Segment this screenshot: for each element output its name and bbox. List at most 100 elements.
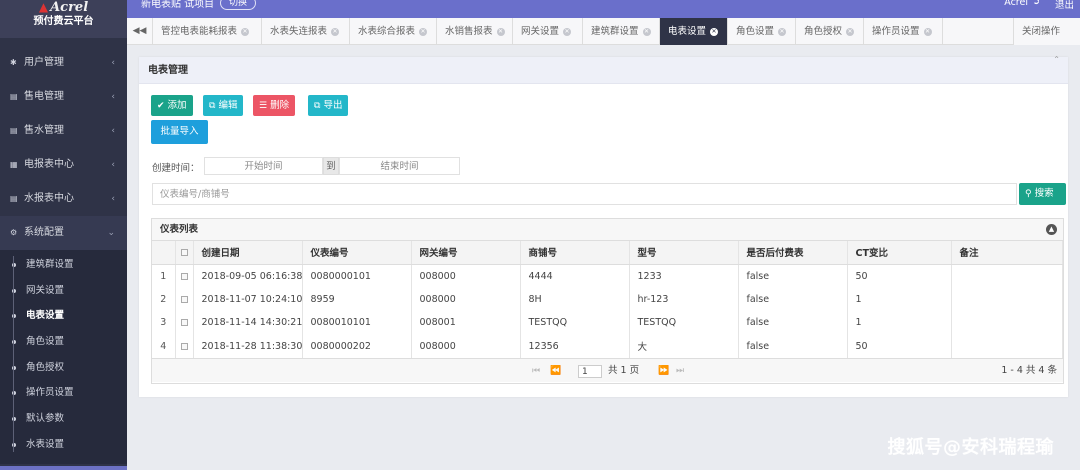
card-icon: ▤ bbox=[10, 194, 18, 203]
sidebar-subitem-label: 默认参数 bbox=[26, 413, 65, 425]
table-icon: ▦ bbox=[10, 160, 18, 169]
search-button[interactable]: ⚲ 搜索 bbox=[1019, 183, 1066, 205]
sidebar-subitem-label: 水表设置 bbox=[26, 438, 65, 450]
row-checkbox[interactable] bbox=[175, 311, 194, 335]
close-icon[interactable]: ✕ bbox=[778, 28, 787, 36]
gear-icon: ⚙ bbox=[10, 228, 18, 237]
row-checkbox[interactable] bbox=[175, 264, 194, 288]
switch-project-button[interactable]: 切换 bbox=[220, 0, 257, 10]
list-icon: ☰ bbox=[259, 101, 268, 111]
close-icon[interactable]: ✕ bbox=[419, 28, 428, 36]
tab-meter-settings[interactable]: 电表设置 ✕ bbox=[660, 18, 728, 45]
cell-meter: 0080000202 bbox=[302, 334, 412, 358]
scroll-up-icon[interactable]: ⌃ bbox=[1053, 55, 1060, 64]
cell-postpaid: false bbox=[738, 287, 848, 311]
delete-button[interactable]: ☰ 删除 bbox=[253, 95, 296, 116]
tab-gateway[interactable]: 网关设置 ✕ bbox=[513, 18, 583, 45]
tab-operator[interactable]: 操作员设置 ✕ bbox=[864, 18, 943, 45]
column-header[interactable]: 备注 bbox=[951, 241, 1063, 265]
export-button[interactable]: ⧉ 导出 bbox=[308, 95, 349, 116]
sidebar-subitem-role[interactable]: 角色设置 bbox=[0, 329, 127, 355]
project-name: 新电表贴 试项目 bbox=[141, 0, 215, 10]
cell-meter: 8959 bbox=[302, 287, 412, 311]
collapse-up-icon[interactable]: ▲ bbox=[1046, 224, 1057, 235]
add-button[interactable]: ✔ 添加 bbox=[151, 95, 193, 116]
sidebar-subitem-gateway[interactable]: 网关设置 bbox=[0, 278, 127, 304]
sidebar-item-label: 系统配置 bbox=[24, 227, 64, 238]
sidebar-subitem-role-auth[interactable]: 角色授权 bbox=[0, 355, 127, 381]
sidebar-item-water-sales[interactable]: ▤ 售水管理 ‹ bbox=[0, 114, 127, 148]
close-icon[interactable]: ✕ bbox=[642, 28, 651, 36]
close-icon[interactable]: ✕ bbox=[241, 28, 250, 36]
tab-building-group[interactable]: 建筑群设置 ✕ bbox=[583, 18, 660, 45]
tab-meter-energy-report[interactable]: 管控电表能耗报表 ✕ bbox=[153, 18, 262, 45]
cell-ct: 1 bbox=[847, 311, 952, 335]
table-row[interactable]: 2 2018-11-07 10:24:10 8959 008000 8H hr-… bbox=[152, 287, 1063, 311]
row-checkbox[interactable] bbox=[175, 334, 194, 358]
tab-label: 水销售报表 bbox=[445, 26, 493, 37]
column-header[interactable]: 仪表编号 bbox=[302, 241, 412, 265]
select-all-checkbox[interactable] bbox=[175, 241, 194, 265]
cell-date: 2018-09-05 06:16:38 bbox=[193, 264, 303, 288]
sidebar-item-system-config[interactable]: ⚙ 系统配置 ⌄ bbox=[0, 216, 127, 250]
sidebar-item-electricity-sales[interactable]: ▤ 售电管理 ‹ bbox=[0, 80, 127, 114]
sidebar-item-user-management[interactable]: ✱ 用户管理 ‹ bbox=[0, 46, 127, 80]
tabs-scroll-left-button[interactable]: ◀◀ bbox=[127, 18, 153, 45]
start-time-field[interactable]: 开始时间 bbox=[204, 157, 323, 175]
brand-name: Acrel bbox=[50, 0, 89, 15]
sidebar-subitem-water-meter[interactable]: 水表设置 bbox=[0, 432, 127, 458]
close-icon[interactable]: ✕ bbox=[710, 28, 719, 36]
sidebar-item-electric-report[interactable]: ▦ 电报表中心 ‹ bbox=[0, 148, 127, 182]
cell-gateway: 008000 bbox=[411, 334, 521, 358]
table-row[interactable]: 3 2018-11-14 14:30:21 0080010101 008001 … bbox=[152, 311, 1063, 335]
search-input[interactable]: 仪表编号/商铺号 bbox=[152, 183, 1017, 205]
tab-bar: ◀◀ 管控电表能耗报表 ✕ 水表失连报表 ✕ 水表综合报表 ✕ 水销售报表 ✕ 网关设置… bbox=[127, 18, 1080, 45]
page-number-input[interactable]: 1 bbox=[578, 365, 602, 378]
close-icon[interactable]: ✕ bbox=[496, 28, 505, 36]
end-time-field[interactable]: 结束时间 bbox=[339, 157, 460, 175]
sidebar-item-water-report[interactable]: ▤ 水报表中心 ‹ bbox=[0, 182, 127, 216]
last-page-icon[interactable]: ⏭ bbox=[676, 359, 684, 383]
next-page-icon[interactable]: ⏩ bbox=[658, 359, 669, 383]
meter-table: 创建日期 仪表编号 网关编号 商铺号 型号 是否后付费表 CT变比 备注 1 2… bbox=[152, 241, 1063, 358]
row-checkbox[interactable] bbox=[175, 287, 194, 311]
logout-button[interactable]: 退出 bbox=[1055, 0, 1074, 11]
column-header[interactable]: 型号 bbox=[629, 241, 739, 265]
logout-icon[interactable]: ➲ bbox=[1032, 0, 1040, 7]
sidebar-subitem-building-group[interactable]: 建筑群设置 bbox=[0, 252, 127, 278]
tab-label: 角色授权 bbox=[804, 26, 843, 37]
column-header[interactable]: 网关编号 bbox=[411, 241, 521, 265]
cell-date: 2018-11-07 10:24:10 bbox=[193, 287, 303, 311]
sidebar: ▲ Acrel 预付费云平台 ✱ 用户管理 ‹ ▤ 售电管理 ‹ ▤ 售水管理 ‹ ▦ 电报表中… bbox=[0, 0, 127, 470]
close-icon[interactable]: ✕ bbox=[923, 28, 932, 36]
tab-role[interactable]: 角色设置 ✕ bbox=[728, 18, 796, 45]
close-icon[interactable]: ✕ bbox=[846, 28, 855, 36]
close-icon[interactable]: ✕ bbox=[331, 28, 340, 36]
cell-ct: 50 bbox=[847, 264, 952, 288]
tab-role-auth[interactable]: 角色授权 ✕ bbox=[796, 18, 864, 45]
first-page-icon[interactable]: ⏮ bbox=[532, 359, 540, 383]
prev-page-icon[interactable]: ⏪ bbox=[550, 359, 561, 383]
sidebar-subitem-operator[interactable]: 操作员设置 bbox=[0, 380, 127, 406]
column-header[interactable]: CT变比 bbox=[847, 241, 952, 265]
sidebar-item-label: 水报表中心 bbox=[24, 193, 74, 204]
table-header-row: 创建日期 仪表编号 网关编号 商铺号 型号 是否后付费表 CT变比 备注 bbox=[152, 241, 1063, 265]
tab-water-summary-report[interactable]: 水表综合报表 ✕ bbox=[350, 18, 437, 45]
column-header[interactable]: 商铺号 bbox=[520, 241, 630, 265]
tab-label: 电表设置 bbox=[668, 26, 707, 37]
batch-import-button[interactable]: 批量导入 bbox=[151, 120, 208, 144]
tab-water-lost-report[interactable]: 水表失连报表 ✕ bbox=[262, 18, 350, 45]
sidebar-subitem-default-params[interactable]: 默认参数 bbox=[0, 406, 127, 432]
close-tabs-menu[interactable]: 关闭操作 bbox=[1013, 18, 1080, 45]
close-icon[interactable]: ✕ bbox=[563, 28, 572, 36]
cell-shop: 4444 bbox=[520, 264, 630, 288]
table-row[interactable]: 4 2018-11-28 11:38:30 0080000202 008000 … bbox=[152, 334, 1063, 358]
column-header[interactable]: 是否后付费表 bbox=[738, 241, 848, 265]
table-row[interactable]: 1 2018-09-05 06:16:38 0080000101 008000 … bbox=[152, 264, 1063, 288]
main-content: 电表管理 ⌃ ✔ 添加 ⧉ 编辑 ☰ 删除 ⧉ 导出 批量导入 创建时间： 开始时间 到… bbox=[127, 45, 1080, 470]
tab-water-sales-report[interactable]: 水销售报表 ✕ bbox=[437, 18, 513, 45]
edit-button[interactable]: ⧉ 编辑 bbox=[203, 95, 244, 116]
sidebar-subitem-label: 网关设置 bbox=[26, 284, 65, 296]
column-header[interactable]: 创建日期 bbox=[193, 241, 303, 265]
sidebar-subitem-meter[interactable]: 电表设置 bbox=[0, 303, 127, 329]
